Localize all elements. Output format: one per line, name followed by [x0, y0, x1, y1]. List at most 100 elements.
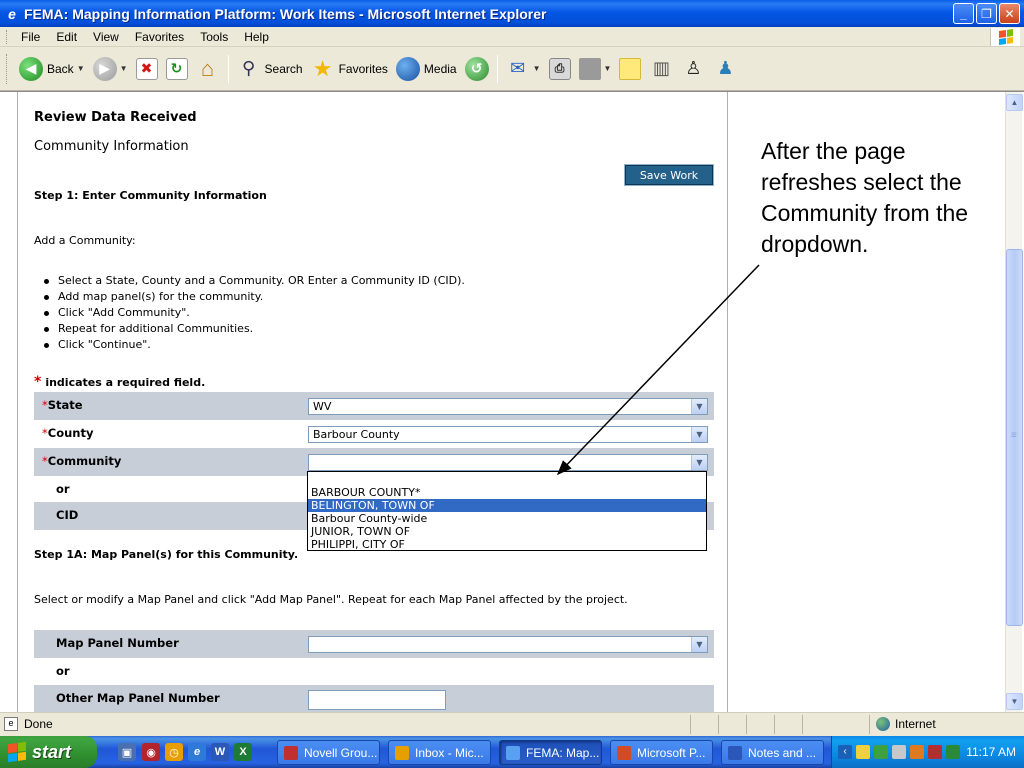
- signal-icon[interactable]: [874, 745, 888, 759]
- edit-icon: [578, 57, 601, 80]
- other-panel-row: Other Map Panel Number: [34, 685, 714, 713]
- tray-clock-icon[interactable]: [910, 745, 924, 759]
- tray-icon[interactable]: [856, 745, 870, 759]
- network-icon[interactable]: [892, 745, 906, 759]
- instruction-list: Select a State, County and a Community. …: [44, 273, 465, 353]
- forward-button[interactable]: ▶ ▼: [89, 53, 132, 85]
- vpn-icon[interactable]: [946, 745, 960, 759]
- save-work-button[interactable]: Save Work: [624, 164, 714, 186]
- back-dropdown-icon[interactable]: ▼: [77, 64, 85, 73]
- media-button[interactable]: Media: [392, 53, 461, 85]
- history-button[interactable]: ↺: [461, 53, 493, 85]
- search-button[interactable]: ⚲ Search: [233, 53, 307, 85]
- chevron-down-icon[interactable]: ▼: [691, 637, 707, 652]
- dropdown-option[interactable]: Barbour County-wide: [308, 512, 706, 525]
- menu-file[interactable]: File: [13, 30, 48, 44]
- dropdown-option[interactable]: PHILIPPI, CITY OF: [308, 538, 706, 551]
- scroll-up-icon[interactable]: ▲: [1006, 94, 1023, 111]
- research-icon: ▥: [652, 58, 670, 78]
- scroll-down-icon[interactable]: ▼: [1006, 693, 1023, 710]
- county-row: *County Barbour County ▼: [34, 420, 714, 448]
- home-button[interactable]: ⌂: [192, 53, 224, 85]
- task-fema[interactable]: FEMA: Map...: [499, 740, 602, 765]
- step1-heading: Step 1: Enter Community Information: [34, 189, 267, 202]
- minimize-button[interactable]: _: [953, 3, 974, 24]
- note-icon: [619, 57, 642, 80]
- media-globe-icon: [395, 56, 420, 81]
- task-powerpoint[interactable]: Microsoft P...: [610, 740, 713, 765]
- stop-button[interactable]: ✖: [132, 53, 162, 85]
- quicklaunch-desktop-icon[interactable]: ▣: [118, 743, 136, 761]
- step1a-instruction: Select or modify a Map Panel and click "…: [34, 593, 628, 606]
- menu-help[interactable]: Help: [236, 30, 277, 44]
- chevron-down-icon[interactable]: ▼: [691, 455, 707, 470]
- dropdown-option-highlighted[interactable]: BELINGTON, TOWN OF: [308, 499, 706, 512]
- vertical-scrollbar[interactable]: ▲ ▼: [1005, 92, 1023, 713]
- favorites-button[interactable]: ★ Favorites: [307, 53, 392, 85]
- search-label: Search: [264, 61, 303, 76]
- community-select[interactable]: ▼: [308, 454, 708, 471]
- clock[interactable]: 11:17 AM: [966, 745, 1016, 759]
- refresh-button[interactable]: ↻: [162, 53, 192, 85]
- or-row-2: or: [34, 658, 714, 686]
- state-label: *State: [42, 398, 83, 412]
- zone-label: Internet: [895, 717, 936, 731]
- chevron-down-icon[interactable]: ▼: [691, 427, 707, 442]
- start-button[interactable]: start: [0, 736, 97, 768]
- content-panel: Review Data Received Community Informati…: [17, 92, 728, 713]
- taskbar: start ▣ ◉ ◷ e W X Novell Grou... Inbox -…: [0, 736, 1024, 768]
- status-bar: e Done Internet: [0, 712, 1024, 736]
- chevron-down-icon[interactable]: ▼: [691, 399, 707, 414]
- dropdown-option[interactable]: JUNIOR, TOWN OF: [308, 525, 706, 538]
- maximize-button[interactable]: ❐: [976, 3, 997, 24]
- security-icon[interactable]: [928, 745, 942, 759]
- menu-favorites[interactable]: Favorites: [127, 30, 192, 44]
- other-panel-input[interactable]: [308, 690, 446, 710]
- edit-dropdown-icon[interactable]: ▼: [604, 64, 612, 73]
- page-title: Review Data Received: [34, 110, 197, 125]
- powerpoint-icon: [617, 745, 631, 760]
- menu-tools[interactable]: Tools: [192, 30, 236, 44]
- state-value: WV: [313, 400, 332, 413]
- quicklaunch-excel-icon[interactable]: X: [234, 743, 252, 761]
- state-select[interactable]: WV ▼: [308, 398, 708, 415]
- forward-dropdown-icon[interactable]: ▼: [120, 64, 128, 73]
- internet-explorer-icon: e: [8, 5, 16, 22]
- or-label: or: [56, 482, 70, 496]
- contacts-button[interactable]: ♟: [709, 53, 741, 85]
- menu-view[interactable]: View: [85, 30, 127, 44]
- mail-dropdown-icon[interactable]: ▼: [533, 64, 541, 73]
- task-novell[interactable]: Novell Grou...: [277, 740, 380, 765]
- quicklaunch-media-icon[interactable]: ◉: [142, 743, 160, 761]
- status-divider: [802, 715, 803, 734]
- scrollbar-thumb[interactable]: [1006, 249, 1023, 626]
- county-select[interactable]: Barbour County ▼: [308, 426, 708, 443]
- task-inbox[interactable]: Inbox - Mic...: [388, 740, 491, 765]
- community-dropdown-list[interactable]: BARBOUR COUNTY* BELINGTON, TOWN OF Barbo…: [307, 471, 707, 551]
- discuss-button[interactable]: [615, 53, 645, 85]
- task-notes[interactable]: Notes and ...: [721, 740, 824, 765]
- status-divider: [746, 715, 747, 734]
- close-button[interactable]: ✕: [999, 3, 1020, 24]
- printer-icon: ⎙: [548, 57, 571, 80]
- quicklaunch-clock-icon[interactable]: ◷: [165, 743, 183, 761]
- edit-button[interactable]: ▼: [575, 53, 616, 85]
- step1a-heading: Step 1A: Map Panel(s) for this Community…: [34, 548, 299, 561]
- back-button[interactable]: ◀ Back ▼: [15, 53, 89, 85]
- status-divider: [690, 715, 691, 734]
- messenger-button[interactable]: ♙: [677, 53, 709, 85]
- research-button[interactable]: ▥: [645, 53, 677, 85]
- quicklaunch-ie-icon[interactable]: e: [188, 743, 206, 761]
- print-button[interactable]: ⎙: [545, 53, 575, 85]
- status-divider: [869, 715, 870, 734]
- menu-edit[interactable]: Edit: [48, 30, 85, 44]
- menu-bar: File Edit View Favorites Tools Help: [0, 27, 1024, 47]
- mail-button[interactable]: ✉ ▼: [502, 53, 545, 85]
- dropdown-option[interactable]: BARBOUR COUNTY*: [308, 486, 706, 499]
- quicklaunch-word-icon[interactable]: W: [211, 743, 229, 761]
- other-panel-label: Other Map Panel Number: [56, 691, 220, 705]
- dropdown-option[interactable]: [308, 472, 706, 486]
- map-panel-select[interactable]: ▼: [308, 636, 708, 653]
- tray-expand-icon[interactable]: ‹: [838, 745, 852, 759]
- state-row: *State WV ▼: [34, 392, 714, 420]
